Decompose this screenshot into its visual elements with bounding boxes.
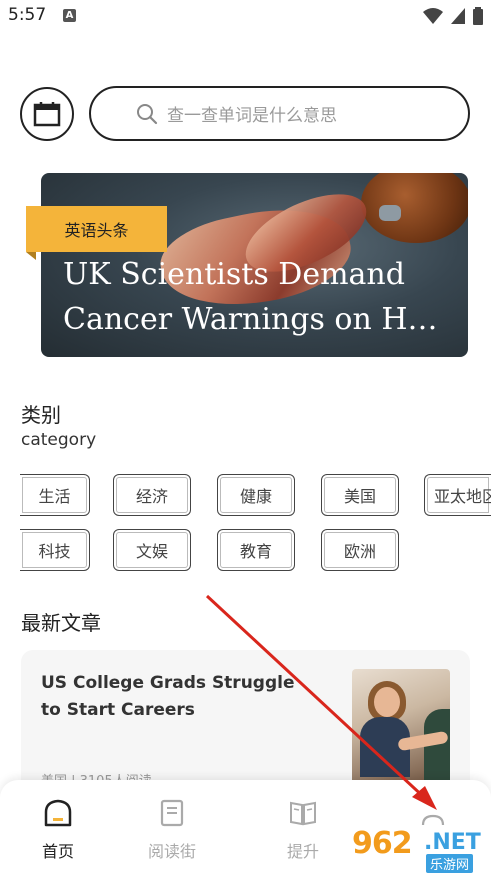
category-chip-health[interactable]: 健康 [217,474,295,516]
category-chip-europe[interactable]: 欧洲 [321,529,399,571]
nav-home-label: 首页 [41,842,74,861]
nav-reading-street-label: 阅读街 [147,842,196,861]
category-title: 类别 [21,403,61,427]
banner-image-knob [379,205,401,221]
profile-icon [421,814,445,826]
nav-improve-label: 提升 [286,842,319,861]
banner-image-pepper-grinder [361,173,468,243]
watermark-suffix: .NET [424,830,481,855]
search-icon [137,104,158,125]
thumb-person-right [424,709,450,787]
banner-tag: 英语头条 [26,206,167,260]
category-chip-economy[interactable]: 经济 [113,474,191,516]
category-chip-tech[interactable]: 科技 [20,529,90,571]
search-input[interactable]: 查一查单词是什么意思 [89,86,470,141]
watermark-cn: 乐游网 [426,854,474,873]
signal-icon [451,8,465,24]
category-chip-asia-pacific[interactable]: 亚太地区 [424,474,491,516]
nav-home[interactable]: 首页 [18,798,98,862]
home-icon [44,799,72,827]
calendar-icon [33,102,61,127]
status-bar: 5:57 A [0,0,491,34]
nav-improve[interactable]: 提升 [263,798,343,862]
category-chip-education[interactable]: 教育 [217,529,295,571]
latest-articles-title: 最新文章 [21,611,101,635]
status-icons [423,6,483,26]
open-book-icon [290,801,316,826]
search-placeholder: 查一查单词是什么意思 [167,106,337,126]
article-card[interactable]: US College Grads Struggle to Start Caree… [21,650,470,800]
book-icon [160,799,184,827]
notification-a-icon: A [63,9,76,22]
wifi-icon [423,8,443,24]
banner-headline-line1: UK Scientists Demand [63,257,405,292]
calendar-button[interactable] [20,87,74,141]
status-time: 5:57 [8,5,47,25]
banner-headline-line2: Cancer Warnings on H… [63,302,438,337]
battery-icon [473,7,483,25]
thumb-face [374,687,400,717]
banner-headline[interactable]: UK Scientists Demand Cancer Warnings on … [63,252,455,342]
watermark-logo: 962 .NET 乐游网 [352,826,487,873]
nav-reading-street[interactable]: 阅读街 [132,798,212,862]
category-chip-usa[interactable]: 美国 [321,474,399,516]
category-chip-life[interactable]: 生活 [20,474,90,516]
category-subtitle: category [21,430,97,450]
category-chip-entertainment[interactable]: 文娱 [113,529,191,571]
watermark-number: 962 [352,826,413,861]
article-title: US College Grads Struggle to Start Caree… [41,673,295,720]
article-thumbnail [352,669,450,787]
